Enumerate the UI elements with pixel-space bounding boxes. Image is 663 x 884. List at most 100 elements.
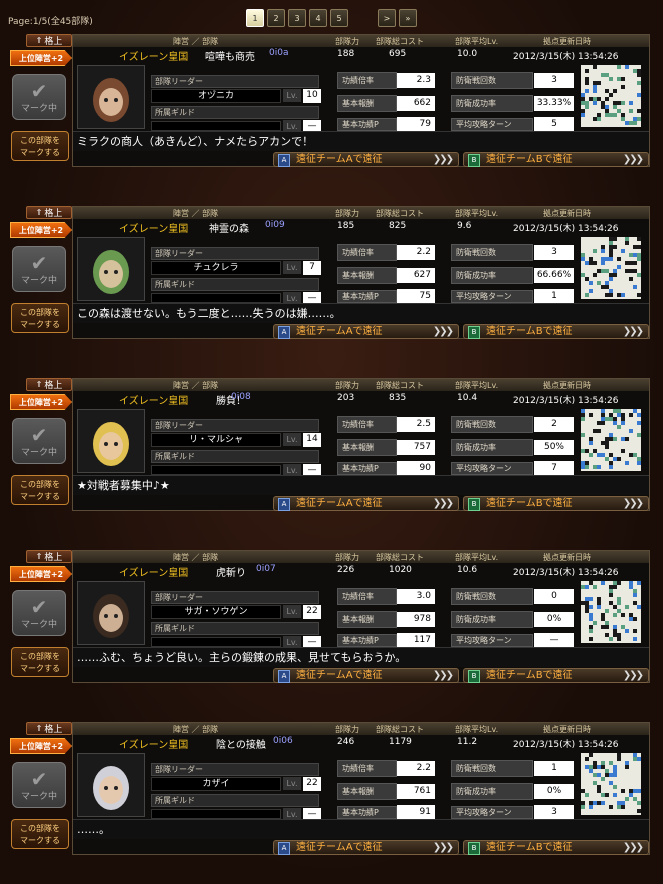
map-tile: [585, 585, 589, 589]
map-tile: [609, 465, 613, 469]
mark-unit-button[interactable]: この部隊を マークする: [11, 647, 69, 677]
leader-label: 部隊リーダー: [151, 247, 319, 260]
leader-avatar[interactable]: [77, 753, 145, 817]
map-tile: [633, 637, 637, 641]
leader-name: カザイ: [151, 777, 281, 791]
page-1-button[interactable]: 1: [246, 9, 264, 27]
map-tile: [581, 253, 585, 257]
page-4-button[interactable]: 4: [309, 9, 327, 27]
map-tile: [585, 465, 589, 469]
map-tile: [625, 437, 629, 441]
rank-higher-badge: ⇑ 格上: [26, 34, 72, 47]
unit-header: 陣営 ／ 部隊 部隊力 部隊総コスト 部隊平均Lv. 拠点更新日時: [73, 551, 649, 563]
base-minimap[interactable]: [581, 65, 641, 127]
expedition-team-a-button[interactable]: A 遠征チームAで遠征 ❯❯❯: [273, 668, 459, 683]
base-minimap[interactable]: [581, 237, 641, 299]
guild-label: 所属ギルド: [151, 450, 319, 463]
expedition-team-a-button[interactable]: A 遠征チームAで遠征 ❯❯❯: [273, 152, 459, 167]
map-tile: [637, 117, 641, 121]
reward-value: 978: [397, 612, 435, 627]
arrows-icon: ❯❯❯: [432, 326, 454, 337]
expedition-team-b-button[interactable]: B 遠征チームBで遠征 ❯❯❯: [463, 496, 649, 511]
marked-button[interactable]: ✔ マーク中: [12, 762, 66, 808]
header-updated: 拠点更新日時: [543, 381, 591, 390]
map-tile: [581, 601, 585, 605]
map-tile: [609, 249, 613, 253]
base-minimap[interactable]: [581, 581, 641, 643]
def-count-value: 3: [534, 73, 574, 88]
map-tile: [629, 617, 633, 621]
marked-button[interactable]: ✔ マーク中: [12, 590, 66, 636]
marked-button[interactable]: ✔ マーク中: [12, 246, 66, 292]
leader-avatar[interactable]: [77, 409, 145, 473]
merit-label: 基本功績P: [337, 118, 397, 131]
unit-power: 226: [337, 565, 355, 575]
mark-unit-button[interactable]: この部隊を マークする: [11, 475, 69, 505]
leader-lv-label: Lv.: [283, 89, 301, 102]
nation-name[interactable]: イズレーン皇国: [119, 220, 188, 235]
merit-label: 基本功績P: [337, 634, 397, 647]
header-power: 部隊力: [335, 725, 359, 734]
map-tile: [609, 257, 613, 261]
header-updated: 拠点更新日時: [543, 553, 591, 562]
up-arrow-icon: ⇑: [35, 380, 43, 389]
expedition-team-a-button[interactable]: A 遠征チームAで遠征 ❯❯❯: [273, 840, 459, 855]
expedition-team-b-button[interactable]: B 遠征チームBで遠征 ❯❯❯: [463, 324, 649, 339]
nation-name[interactable]: イズレーン皇国: [119, 736, 188, 751]
expedition-team-a-button[interactable]: A 遠征チームAで遠征 ❯❯❯: [273, 324, 459, 339]
map-tile: [637, 421, 641, 425]
map-tile: [589, 441, 593, 445]
map-tile: [605, 285, 609, 289]
avg-turn-value: 3: [534, 805, 574, 819]
marked-button[interactable]: ✔ マーク中: [12, 418, 66, 464]
nation-name[interactable]: イズレーン皇国: [119, 48, 188, 63]
marked-button[interactable]: ✔ マーク中: [12, 74, 66, 120]
mark-unit-button[interactable]: この部隊を マークする: [11, 303, 69, 333]
page-2-button[interactable]: 2: [267, 9, 285, 27]
nation-name[interactable]: イズレーン皇国: [119, 564, 188, 579]
arrows-icon: ❯❯❯: [622, 842, 644, 853]
nation-name[interactable]: イズレーン皇国: [119, 392, 188, 407]
map-tile: [581, 113, 585, 117]
header-updated: 拠点更新日時: [543, 209, 591, 218]
expedition-team-a-button[interactable]: A 遠征チームAで遠征 ❯❯❯: [273, 496, 459, 511]
next-page-button[interactable]: >: [378, 9, 396, 27]
reward-label: 基本報酬: [337, 267, 397, 284]
base-minimap[interactable]: [581, 409, 641, 471]
map-tile: [613, 273, 617, 277]
reward-value: 761: [397, 784, 435, 799]
up-arrow-icon: ⇑: [35, 36, 43, 45]
leader-avatar[interactable]: [77, 581, 145, 645]
map-tile: [617, 425, 621, 429]
header-affiliation: 陣営 ／ 部隊: [173, 209, 219, 218]
page-3-button[interactable]: 3: [288, 9, 306, 27]
leader-avatar[interactable]: [77, 65, 145, 129]
map-tile: [605, 293, 609, 297]
leader-name: リ・マルシャ: [151, 433, 281, 447]
map-tile: [637, 581, 641, 585]
map-tile: [617, 805, 621, 809]
unit-updated: 2012/3/15(木) 13:54:26: [513, 224, 619, 234]
pagination: 1 2 3 4 5 > »: [246, 9, 417, 27]
map-tile: [613, 457, 617, 461]
unit-cost: 835: [389, 393, 407, 403]
mark-unit-button[interactable]: この部隊を マークする: [11, 131, 69, 161]
expedition-team-b-button[interactable]: B 遠征チームBで遠征 ❯❯❯: [463, 840, 649, 855]
page-5-button[interactable]: 5: [330, 9, 348, 27]
map-tile: [581, 413, 585, 417]
leader-avatar[interactable]: [77, 237, 145, 301]
unit-comment: ミラクの商人（あきんど）、ナメたらアカンで！: [73, 131, 649, 151]
map-tile: [609, 293, 613, 297]
unit-id: 0i08: [231, 392, 251, 402]
expedition-team-b-button[interactable]: B 遠征チームBで遠征 ❯❯❯: [463, 668, 649, 683]
map-tile: [637, 93, 641, 97]
base-minimap[interactable]: [581, 753, 641, 815]
leader-portrait-icon: [78, 754, 144, 816]
mark-unit-button[interactable]: この部隊を マークする: [11, 819, 69, 849]
leader-portrait-icon: [78, 238, 144, 300]
map-tile: [609, 601, 613, 605]
check-icon: ✔: [30, 766, 48, 791]
last-page-button[interactable]: »: [399, 9, 417, 27]
map-tile: [585, 293, 589, 297]
expedition-team-b-button[interactable]: B 遠征チームBで遠征 ❯❯❯: [463, 152, 649, 167]
